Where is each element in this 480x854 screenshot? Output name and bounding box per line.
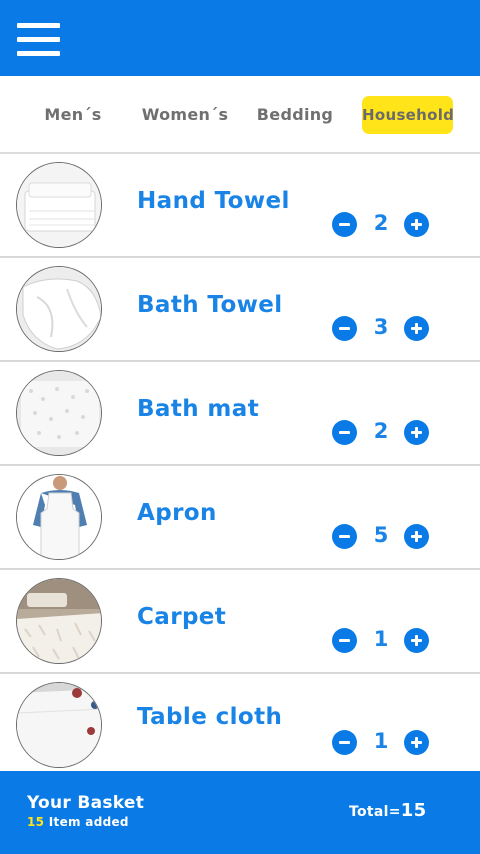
table-cloth-image bbox=[16, 682, 102, 768]
item-quantity: 1 bbox=[373, 729, 389, 753]
item-quantity: 1 bbox=[373, 627, 389, 651]
item-name: Carpet bbox=[137, 604, 227, 630]
minus-icon bbox=[339, 223, 350, 226]
decrement-button[interactable] bbox=[332, 420, 357, 445]
basket-footer[interactable]: Your Basket 15 Item added Total=15 bbox=[0, 771, 480, 854]
quantity-stepper: 2 bbox=[332, 419, 430, 446]
minus-icon bbox=[339, 639, 350, 642]
quantity-stepper: 1 bbox=[332, 627, 430, 654]
item-quantity: 2 bbox=[373, 419, 389, 443]
list-item: Bath mat 2 bbox=[0, 362, 480, 466]
total-value: 15 bbox=[400, 800, 427, 821]
decrement-button[interactable] bbox=[332, 628, 357, 653]
apron-image bbox=[16, 474, 102, 560]
list-item: Apron 5 bbox=[0, 466, 480, 570]
minus-icon bbox=[339, 327, 350, 330]
list-item: Hand Towel 2 bbox=[0, 154, 480, 258]
tab-womens[interactable]: Women´s bbox=[140, 96, 230, 134]
increment-button[interactable] bbox=[404, 212, 429, 237]
carpet-image bbox=[16, 578, 102, 664]
tab-mens[interactable]: Men´s bbox=[38, 96, 108, 134]
decrement-button[interactable] bbox=[332, 730, 357, 755]
decrement-button[interactable] bbox=[332, 212, 357, 237]
minus-icon bbox=[339, 741, 350, 744]
list-item: Bath Towel 3 bbox=[0, 258, 480, 362]
item-quantity: 3 bbox=[373, 315, 389, 339]
increment-button[interactable] bbox=[404, 420, 429, 445]
tab-bedding[interactable]: Bedding bbox=[255, 96, 335, 134]
quantity-stepper: 3 bbox=[332, 315, 430, 342]
decrement-button[interactable] bbox=[332, 524, 357, 549]
item-quantity: 5 bbox=[373, 523, 389, 547]
total-label: Total= bbox=[349, 804, 401, 820]
basket-summary: 15 Item added bbox=[27, 815, 129, 829]
hand-towel-image bbox=[16, 162, 102, 248]
item-name: Apron bbox=[137, 500, 217, 526]
item-name: Bath Towel bbox=[137, 292, 283, 318]
decrement-button[interactable] bbox=[332, 316, 357, 341]
tab-household[interactable]: Household bbox=[362, 96, 454, 134]
item-name: Table cloth bbox=[137, 704, 283, 730]
quantity-stepper: 5 bbox=[332, 523, 430, 550]
increment-button[interactable] bbox=[404, 524, 429, 549]
list-item: Table cloth 1 bbox=[0, 674, 480, 770]
quantity-stepper: 2 bbox=[332, 211, 430, 238]
list-item: Carpet 1 bbox=[0, 570, 480, 674]
increment-button[interactable] bbox=[404, 316, 429, 341]
basket-count: 15 bbox=[27, 815, 45, 829]
bath-mat-image bbox=[16, 370, 102, 456]
increment-button[interactable] bbox=[404, 730, 429, 755]
item-name: Bath mat bbox=[137, 396, 260, 422]
item-quantity: 2 bbox=[373, 211, 389, 235]
top-app-bar bbox=[0, 0, 480, 76]
minus-icon bbox=[339, 535, 350, 538]
item-name: Hand Towel bbox=[137, 188, 290, 214]
minus-icon bbox=[339, 431, 350, 434]
basket-added-text: Item added bbox=[44, 815, 129, 829]
bath-towel-image bbox=[16, 266, 102, 352]
quantity-stepper: 1 bbox=[332, 729, 430, 756]
basket-total: Total=15 bbox=[349, 800, 426, 821]
hamburger-menu-icon[interactable] bbox=[17, 23, 60, 56]
basket-title: Your Basket bbox=[27, 793, 145, 813]
item-list: Hand Towel 2 Bath Towel 3 Bath mat 2 Apr… bbox=[0, 154, 480, 770]
category-tabs: Men´s Women´s Bedding Household bbox=[0, 76, 480, 154]
increment-button[interactable] bbox=[404, 628, 429, 653]
